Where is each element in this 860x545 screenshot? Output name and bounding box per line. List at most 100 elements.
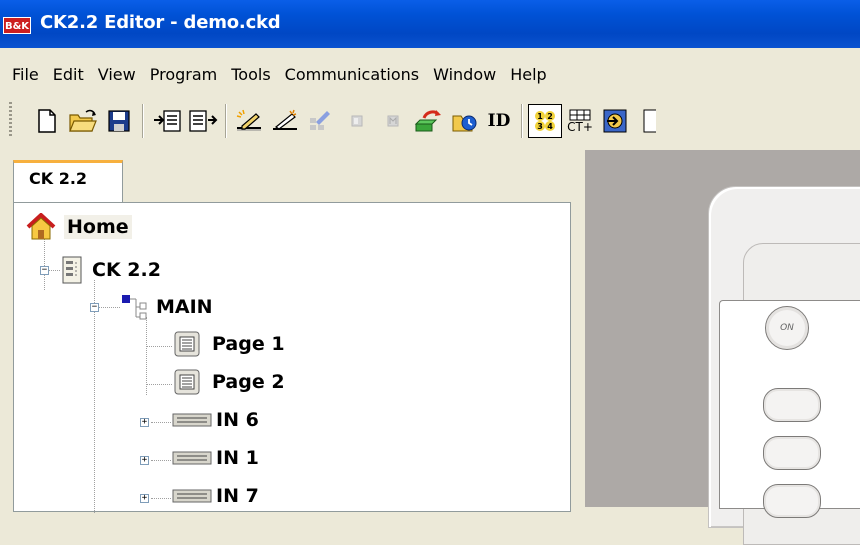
hierarchy-icon <box>122 295 147 320</box>
tree-connector <box>48 270 60 271</box>
tree-label-in-1: IN 1 <box>216 447 259 469</box>
on-button[interactable]: ON <box>765 306 809 350</box>
tree-item-main[interactable]: MAIN <box>120 293 213 321</box>
tree-label-ck22: CK 2.2 <box>92 259 161 281</box>
input-module-icon <box>172 489 212 503</box>
toolbar-separator <box>142 104 143 138</box>
expand-toggle[interactable]: + <box>140 418 149 427</box>
svg-text:2: 2 <box>547 112 553 121</box>
device-icon <box>62 256 82 284</box>
more-button[interactable] <box>632 104 666 138</box>
tree-item-page-1[interactable]: Page 1 <box>174 331 285 357</box>
menu-file[interactable]: File <box>0 65 46 84</box>
menu-program[interactable]: Program <box>143 65 225 84</box>
partial-toolbar-icon <box>643 109 656 133</box>
pencil-list-disabled-icon <box>310 111 330 130</box>
edit-layout-button[interactable] <box>268 104 302 138</box>
disabled-button-2[interactable] <box>376 104 410 138</box>
tree-label-in-7: IN 7 <box>216 485 259 507</box>
menu-help[interactable]: Help <box>503 65 553 84</box>
small-square-disabled-icon <box>351 115 363 127</box>
tree-item-ck22[interactable]: CK 2.2 <box>62 256 161 284</box>
tree-label-home: Home <box>64 215 132 239</box>
menu-bar: File Edit View Program Tools Communicati… <box>0 56 860 92</box>
app-icon[interactable]: B&K <box>3 17 31 34</box>
tree-label-page-2: Page 2 <box>212 371 285 393</box>
tree-connector <box>146 384 172 385</box>
input-module-icon <box>172 451 212 465</box>
device-button[interactable] <box>763 484 821 518</box>
expand-toggle[interactable]: + <box>140 494 149 503</box>
disabled-button-1[interactable] <box>340 104 374 138</box>
id-button[interactable]: ID <box>482 104 516 138</box>
menu-view[interactable]: View <box>91 65 143 84</box>
tree-item-in-6[interactable]: IN 6 <box>172 409 259 431</box>
title-bar[interactable]: B&K CK2.2 Editor - demo.ckd <box>0 0 860 48</box>
tree-connector <box>44 238 45 290</box>
toolbar-separator <box>521 104 522 138</box>
menu-edit[interactable]: Edit <box>46 65 91 84</box>
upload-button[interactable] <box>598 104 632 138</box>
floppy-disk-icon <box>108 110 130 132</box>
keypad-button[interactable]: 1234 <box>528 104 562 138</box>
small-square-m-disabled-icon <box>387 115 399 127</box>
tree-label-main: MAIN <box>156 296 213 318</box>
collapse-toggle[interactable]: − <box>90 303 99 312</box>
pencil-wand-icon <box>273 109 297 130</box>
ct-plus-label: CT+ <box>567 120 593 134</box>
transfer-button[interactable] <box>412 104 446 138</box>
export-list-icon <box>189 110 218 132</box>
tree-connector <box>151 460 171 461</box>
tree-connector <box>94 280 95 513</box>
new-file-icon <box>38 109 56 133</box>
tree-item-home[interactable]: Home <box>26 213 132 241</box>
collapse-toggle[interactable]: − <box>40 266 49 275</box>
tab-label: CK 2.2 <box>29 169 88 188</box>
svg-text:3: 3 <box>537 122 543 131</box>
ct-plus-button[interactable]: CT+ <box>563 104 597 138</box>
tree-item-page-2[interactable]: Page 2 <box>174 369 285 395</box>
folder-clock-icon <box>452 115 477 132</box>
house-icon <box>26 213 56 240</box>
menu-tools[interactable]: Tools <box>224 65 277 84</box>
input-module-icon <box>172 413 212 427</box>
tree-view[interactable]: Home − CK 2.2 − MAIN Page 1 Page 2 + IN … <box>13 202 571 513</box>
page-icon <box>174 331 200 357</box>
tree-connector <box>151 498 171 499</box>
menu-communications[interactable]: Communications <box>278 65 426 84</box>
save-button[interactable] <box>102 104 136 138</box>
expand-toggle[interactable]: + <box>140 456 149 465</box>
tree-item-in-1[interactable]: IN 1 <box>172 447 259 469</box>
toolbar-grip[interactable] <box>9 102 12 138</box>
tree-item-in-7[interactable]: IN 7 <box>172 485 259 507</box>
svg-text:4: 4 <box>547 122 553 131</box>
menu-window[interactable]: Window <box>426 65 503 84</box>
export-button[interactable] <box>186 104 220 138</box>
toolbar: ID 1234 CT+ <box>0 96 860 144</box>
tree-connector <box>151 422 171 423</box>
project-panel: CK 2.2 Home − CK 2.2 − MAIN Page 1 Page … <box>0 150 578 513</box>
window-title: CK2.2 Editor - demo.ckd <box>40 12 281 33</box>
edit-page-button[interactable] <box>232 104 266 138</box>
keypad-numbers-icon: 1 23 4 <box>535 111 555 131</box>
tab-ck22[interactable]: CK 2.2 <box>13 160 123 202</box>
tree-connector <box>98 307 120 308</box>
open-file-button[interactable] <box>66 104 100 138</box>
device-button[interactable] <box>763 388 821 422</box>
import-button[interactable] <box>150 104 184 138</box>
toolbar-separator <box>225 104 226 138</box>
tree-label-page-1: Page 1 <box>212 333 285 355</box>
new-file-button[interactable] <box>30 104 64 138</box>
svg-text:1: 1 <box>537 112 543 121</box>
tree-connector <box>146 346 172 347</box>
open-folder-icon <box>69 109 97 132</box>
edit-list-button[interactable] <box>304 104 338 138</box>
tree-label-in-6: IN 6 <box>216 409 259 431</box>
device-button[interactable] <box>763 436 821 470</box>
download-button[interactable] <box>448 104 482 138</box>
page-icon <box>174 369 200 395</box>
pencil-page-icon <box>236 109 261 131</box>
transfer-arrow-icon <box>414 110 441 132</box>
disk-arrow-icon <box>603 109 627 133</box>
import-list-icon <box>154 110 181 132</box>
